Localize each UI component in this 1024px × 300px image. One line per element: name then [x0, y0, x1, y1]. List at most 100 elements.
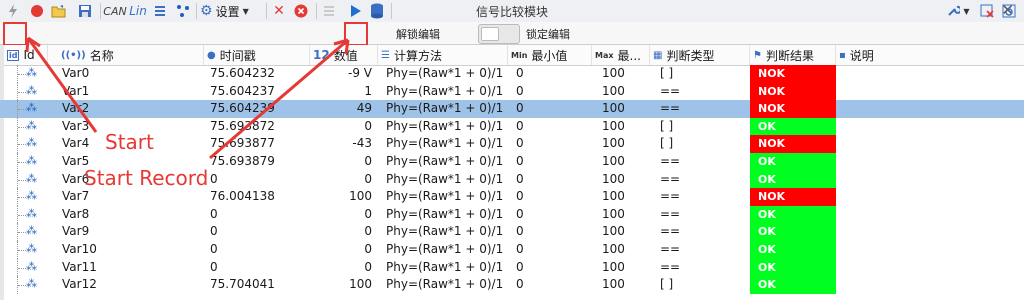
column-min[interactable]: Min 最小值: [508, 45, 592, 65]
column-id[interactable]: id Id: [4, 45, 48, 65]
wrench-icon: [948, 5, 961, 16]
can-icon: CAN: [103, 4, 127, 18]
cell-judge-type: ==: [660, 171, 681, 186]
cell-min: 0: [516, 83, 524, 98]
cell-value: 0: [364, 153, 372, 168]
table-row[interactable]: ⁂ Var12 75.704041 100 Phy=(Raw*1 + 0)/1 0 100 […: [0, 276, 1024, 294]
cell-timestamp: 76.004138: [210, 189, 275, 204]
table-row[interactable]: ⁂ Var9 0 0 Phy=(Raw*1 + 0)/1 0 100 == OK: [0, 223, 1024, 241]
cell-judge-type: [ ]: [660, 277, 674, 292]
cell-name: Var2: [62, 101, 90, 116]
column-timestamp[interactable]: ● 时间戳: [204, 45, 310, 65]
column-comment[interactable]: ▪ 说明: [836, 45, 1024, 65]
cell-min: 0: [516, 66, 524, 80]
settings-dropdown[interactable]: ⚙ 设置 ▼: [200, 2, 262, 20]
cell-name: Var9: [62, 224, 90, 239]
record-icon: [31, 5, 43, 17]
table-row[interactable]: ⁂ Var7 76.004138 100 Phy=(Raw*1 + 0)/1 0 100 ==…: [0, 188, 1024, 206]
cell-max: 100: [602, 83, 625, 98]
column-max[interactable]: Max 最...: [592, 45, 650, 65]
signal-node-icon: ⁂: [26, 189, 37, 203]
table-row[interactable]: ⁂ Var10 0 0 Phy=(Raw*1 + 0)/1 0 100 == OK: [0, 240, 1024, 259]
table-row[interactable]: ⁂ Var1 75.604237 1 Phy=(Raw*1 + 0)/1 0 100 == NO…: [0, 82, 1024, 101]
cell-formula: Phy=(Raw*1 + 0)/1: [386, 206, 504, 221]
signal-node-icon: ⁂: [26, 66, 37, 79]
list-button[interactable]: [320, 2, 338, 20]
cell-max: 100: [602, 189, 625, 204]
clear-button[interactable]: [292, 2, 310, 20]
column-header: id Id ((•)) 名称 ● 时间戳 12 数值 ☰ 计算方法 Min 最小…: [0, 45, 1024, 66]
unlock-edit-label: 解锁编辑: [396, 28, 440, 41]
column-label: Id: [23, 48, 35, 62]
delete-icon: ✕: [273, 3, 285, 19]
cell-max: 100: [602, 153, 625, 168]
column-judge-result[interactable]: ⚑ 判断结果: [750, 45, 836, 65]
start-button[interactable]: [4, 2, 22, 20]
clear-filter-button[interactable]: [978, 2, 996, 20]
database-button[interactable]: [368, 2, 386, 20]
record-button[interactable]: [28, 2, 46, 20]
clear-filter-icon: [980, 4, 994, 18]
signal-node-icon: ⁂: [26, 277, 37, 291]
judge-result-icon: ⚑: [753, 49, 762, 61]
tools-dropdown[interactable]: ▼: [944, 2, 972, 20]
cell-min: 0: [516, 153, 524, 168]
table-row[interactable]: ⁂ Var0 75.604232 -9 V Phy=(Raw*1 + 0)/1 0 100 […: [0, 65, 1024, 83]
chevron-down-icon: ▼: [242, 6, 249, 16]
cell-min: 0: [516, 241, 524, 256]
toolbar-divider: [266, 3, 267, 19]
cell-value: 0: [364, 206, 372, 221]
cell-judge-type: ==: [660, 189, 681, 204]
table-row[interactable]: ⁂ Var2 75.604239 49 Phy=(Raw*1 + 0)/1 0 100 == N…: [0, 100, 1024, 118]
cell-timestamp: 0: [210, 171, 218, 186]
column-name[interactable]: ((•)) 名称: [58, 45, 204, 65]
open-folder-button[interactable]: [50, 2, 68, 20]
table-row[interactable]: ⁂ Var8 0 0 Phy=(Raw*1 + 0)/1 0 100 == OK: [0, 205, 1024, 224]
cell-min: 0: [516, 171, 524, 186]
cell-judge-type: ==: [660, 224, 681, 239]
min-icon: Min: [511, 50, 528, 60]
tree-connector: [18, 144, 26, 146]
toolbar-divider: [100, 3, 101, 19]
can-button[interactable]: CAN: [103, 2, 127, 20]
signal-node-icon: ⁂: [26, 83, 37, 97]
cell-judge-type: ==: [660, 101, 681, 116]
cell-min: 0: [516, 224, 524, 239]
signal-tree-icon: [177, 5, 189, 17]
cell-formula: Phy=(Raw*1 + 0)/1: [386, 259, 504, 274]
start-record-button[interactable]: [346, 2, 364, 20]
cell-value: -9 V: [348, 66, 372, 80]
start-record-highlight-box: [344, 22, 368, 46]
cell-value: 0: [364, 171, 372, 186]
cell-name: Var12: [62, 277, 97, 292]
table-row[interactable]: ⁂ Var11 0 0 Phy=(Raw*1 + 0)/1 0 100 == OK: [0, 258, 1024, 277]
tree-connector: [18, 161, 26, 164]
cell-formula: Phy=(Raw*1 + 0)/1: [386, 277, 504, 292]
column-value[interactable]: 12 数值: [310, 45, 378, 65]
edit-lock-toggle[interactable]: [478, 24, 520, 44]
cell-formula: Phy=(Raw*1 + 0)/1: [386, 136, 504, 151]
lin-button[interactable]: Lin: [128, 2, 148, 20]
tree-connector: [18, 267, 26, 270]
play-icon: [351, 5, 361, 17]
cell-judge-type: ==: [660, 83, 681, 98]
flexray-button[interactable]: [152, 2, 168, 20]
column-formula[interactable]: ☰ 计算方法: [378, 45, 508, 65]
signal-tree-button[interactable]: [174, 2, 192, 20]
cell-min: 0: [516, 189, 524, 204]
cell-timestamp: 0: [210, 241, 218, 256]
cell-value: 0: [364, 224, 372, 239]
save-button[interactable]: [76, 2, 94, 20]
delete-button[interactable]: ✕: [270, 2, 288, 20]
signal-node-icon: ⁂: [26, 171, 37, 185]
refresh-button[interactable]: [1000, 2, 1018, 20]
status-badge: OK: [750, 223, 836, 241]
cell-min: 0: [516, 206, 524, 221]
column-judge-type[interactable]: ▦ 判断类型: [650, 45, 750, 65]
column-label: 说明: [849, 48, 874, 63]
signal-node-icon: ⁂: [26, 224, 37, 238]
cell-value: 49: [356, 101, 372, 116]
cell-max: 100: [602, 277, 625, 292]
status-badge: OK: [750, 152, 836, 171]
cell-max: 100: [602, 224, 625, 239]
